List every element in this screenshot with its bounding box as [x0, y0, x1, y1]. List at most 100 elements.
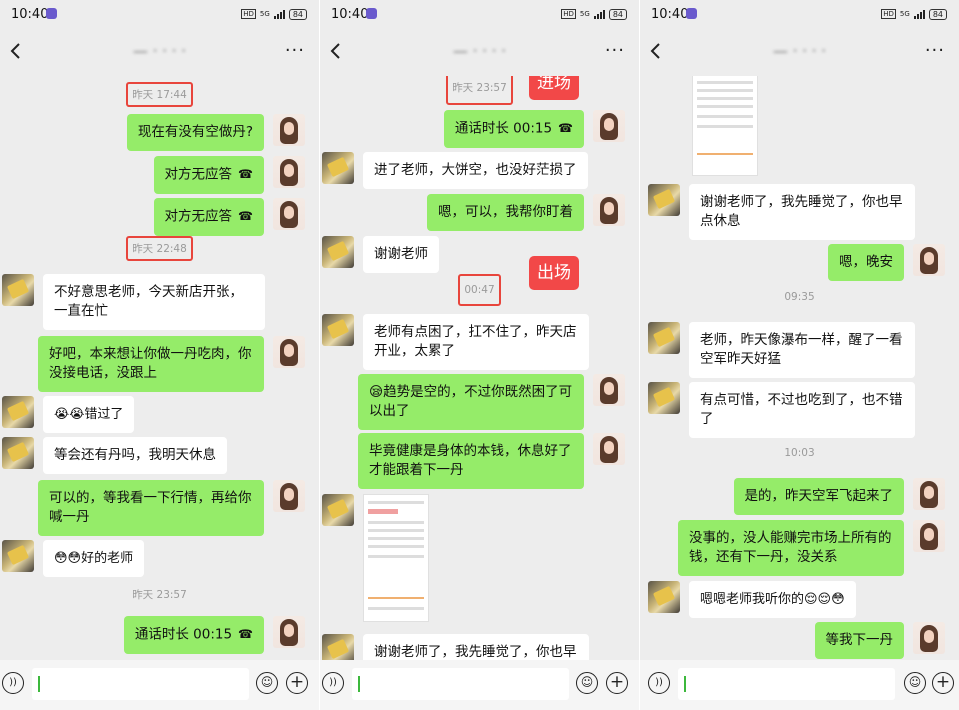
back-icon[interactable] — [326, 41, 346, 61]
phone-icon: ☎ — [238, 209, 253, 223]
image-message[interactable] — [363, 494, 429, 622]
chat-screen-2: 10:40 HD 5G 84 — · · · · ··· 昨天 23:57 进场… — [320, 0, 639, 710]
system-icons: HD 5G 84 — [881, 8, 947, 20]
message-bubble[interactable]: 谢谢老师了，我先睡觉了，你也早 — [363, 634, 589, 660]
back-icon[interactable] — [6, 41, 26, 61]
signal-icon — [273, 9, 285, 19]
message-input[interactable] — [352, 668, 569, 700]
message-bubble[interactable]: 等我下一丹 — [814, 622, 904, 659]
avatar[interactable] — [648, 581, 680, 613]
avatar[interactable] — [2, 396, 34, 428]
avatar[interactable] — [322, 236, 354, 268]
timestamp: 10:03 — [784, 447, 815, 459]
message-text: 通话时长 00:15 — [454, 120, 553, 137]
avatar[interactable] — [322, 634, 354, 660]
message-bubble[interactable]: 😪趋势是空的，不过你既然困了可以出了 — [358, 374, 584, 430]
contact-name: — · · · · — [452, 42, 507, 60]
message-received: 等会还有丹吗，我明天休息 — [2, 437, 227, 474]
message-bubble[interactable]: 谢谢老师了，我先睡觉了，你也早点休息 — [689, 184, 915, 240]
avatar[interactable] — [593, 194, 625, 226]
avatar[interactable] — [273, 198, 305, 230]
more-options-icon[interactable]: ··· — [285, 40, 305, 61]
avatar[interactable] — [322, 494, 354, 526]
message-bubble[interactable]: 进了老师，大饼空，也没好茫损了 — [363, 152, 588, 189]
message-bubble[interactable]: 嗯，晚安 — [828, 244, 904, 281]
message-bubble[interactable]: 嗯，可以，我帮你盯着 — [427, 194, 584, 231]
message-received — [683, 76, 758, 176]
voice-icon[interactable]: )) — [322, 672, 344, 694]
plus-icon[interactable]: + — [606, 672, 628, 694]
message-bubble[interactable]: 老师，昨天像瀑布一样，醒了一看空军昨天好猛 — [689, 322, 915, 378]
message-input[interactable] — [32, 668, 249, 700]
message-bubble[interactable]: 对方无应答 ☎ — [153, 156, 264, 194]
avatar[interactable] — [648, 322, 680, 354]
avatar[interactable] — [322, 152, 354, 184]
avatar[interactable] — [322, 314, 354, 346]
timestamp: 昨天 22:48 — [0, 236, 319, 261]
message-bubble[interactable]: 不好意思老师，今天新店开张，一直在忙 — [43, 274, 265, 330]
message-sent: 😪趋势是空的，不过你既然困了可以出了 — [358, 374, 625, 430]
message-bubble[interactable]: 等会还有丹吗，我明天休息 — [43, 437, 227, 474]
message-input[interactable] — [678, 668, 895, 700]
avatar[interactable] — [2, 274, 34, 306]
message-bubble[interactable]: 谢谢老师 — [363, 236, 439, 273]
avatar[interactable] — [273, 616, 305, 648]
avatar[interactable] — [913, 520, 945, 552]
avatar[interactable] — [273, 336, 305, 368]
input-bar: )) ☺ + — [320, 660, 639, 710]
message-sent: 可以的，等我看一下行情，再给你喊一丹 — [38, 480, 305, 536]
message-bubble[interactable]: 毕竟健康是身体的本钱，休息好了才能跟着下一丹 — [358, 433, 584, 489]
message-received: 有点可惜，不过也吃到了，也不错了 — [648, 382, 915, 438]
image-message[interactable] — [692, 76, 758, 176]
plus-icon[interactable]: + — [932, 672, 954, 694]
message-bubble[interactable]: 有点可惜，不过也吃到了，也不错了 — [689, 382, 915, 438]
message-received: 谢谢老师 — [322, 236, 439, 273]
more-options-icon[interactable]: ··· — [605, 40, 625, 61]
avatar[interactable] — [913, 244, 945, 276]
message-bubble[interactable]: 没事的，没人能赚完市场上所有的钱，还有下一丹，没关系 — [678, 520, 904, 576]
avatar[interactable] — [913, 478, 945, 510]
message-bubble[interactable]: 通话时长 00:15 ☎ — [443, 110, 584, 148]
message-bubble[interactable]: 😳😳好的老师 — [43, 540, 145, 577]
avatar[interactable] — [648, 184, 680, 216]
message-bubble[interactable]: 是的，昨天空军飞起来了 — [733, 478, 904, 515]
avatar[interactable] — [593, 433, 625, 465]
message-list[interactable]: 谢谢老师了，我先睡觉了，你也早点休息 嗯，晚安 09:35 老师，昨天像瀑布一样… — [640, 76, 959, 660]
plus-icon[interactable]: + — [286, 672, 308, 694]
message-sent: 没事的，没人能赚完市场上所有的钱，还有下一丹，没关系 — [678, 520, 945, 576]
voice-icon[interactable]: )) — [2, 672, 24, 694]
message-bubble[interactable]: 通话时长 00:15 ☎ — [123, 616, 264, 654]
signal-icon — [593, 9, 605, 19]
message-sent: 嗯，晚安 — [828, 244, 945, 281]
avatar[interactable] — [2, 437, 34, 469]
chat-screen-3: 10:40 HD 5G 84 — · · · · ··· 谢谢老师了，我先睡觉了… — [640, 0, 959, 710]
message-list[interactable]: 昨天 23:57 进场 通话时长 00:15 ☎ 进了老师，大饼空，也没好茫损了 … — [320, 76, 639, 660]
emoji-icon[interactable]: ☺ — [904, 672, 926, 694]
message-list[interactable]: 昨天 17:44 现在有没有空做丹? 对方无应答 ☎ 对方无应答 ☎ 昨天 22:4… — [0, 76, 319, 660]
message-bubble[interactable]: 对方无应答 ☎ — [153, 198, 264, 236]
phone-icon: ☎ — [238, 627, 253, 641]
avatar[interactable] — [913, 622, 945, 654]
emoji-icon[interactable]: ☺ — [576, 672, 598, 694]
message-bubble[interactable]: 现在有没有空做丹? — [126, 114, 264, 151]
avatar[interactable] — [273, 114, 305, 146]
avatar[interactable] — [2, 540, 34, 572]
avatar[interactable] — [273, 480, 305, 512]
emoji-icon[interactable]: ☺ — [256, 672, 278, 694]
message-sent: 等我下一丹 — [814, 622, 945, 659]
message-sent: 对方无应答 ☎ — [153, 156, 305, 194]
message-bubble[interactable]: 嗯嗯老师我听你的😌😌😳 — [689, 581, 856, 618]
app-notification-icon — [46, 8, 57, 19]
avatar[interactable] — [273, 156, 305, 188]
voice-icon[interactable]: )) — [648, 672, 670, 694]
back-icon[interactable] — [646, 41, 666, 61]
avatar[interactable] — [593, 374, 625, 406]
message-bubble[interactable]: 可以的，等我看一下行情，再给你喊一丹 — [38, 480, 264, 536]
avatar[interactable] — [593, 110, 625, 142]
avatar[interactable] — [648, 382, 680, 414]
message-bubble[interactable]: 😭😭错过了 — [43, 396, 135, 433]
message-sent: 通话时长 00:15 ☎ — [443, 110, 625, 148]
more-options-icon[interactable]: ··· — [925, 40, 945, 61]
message-bubble[interactable]: 好吧，本来想让你做一丹吃肉，你没接电话，没跟上 — [38, 336, 264, 392]
message-bubble[interactable]: 老师有点困了，扛不住了，昨天店开业，太累了 — [363, 314, 589, 370]
